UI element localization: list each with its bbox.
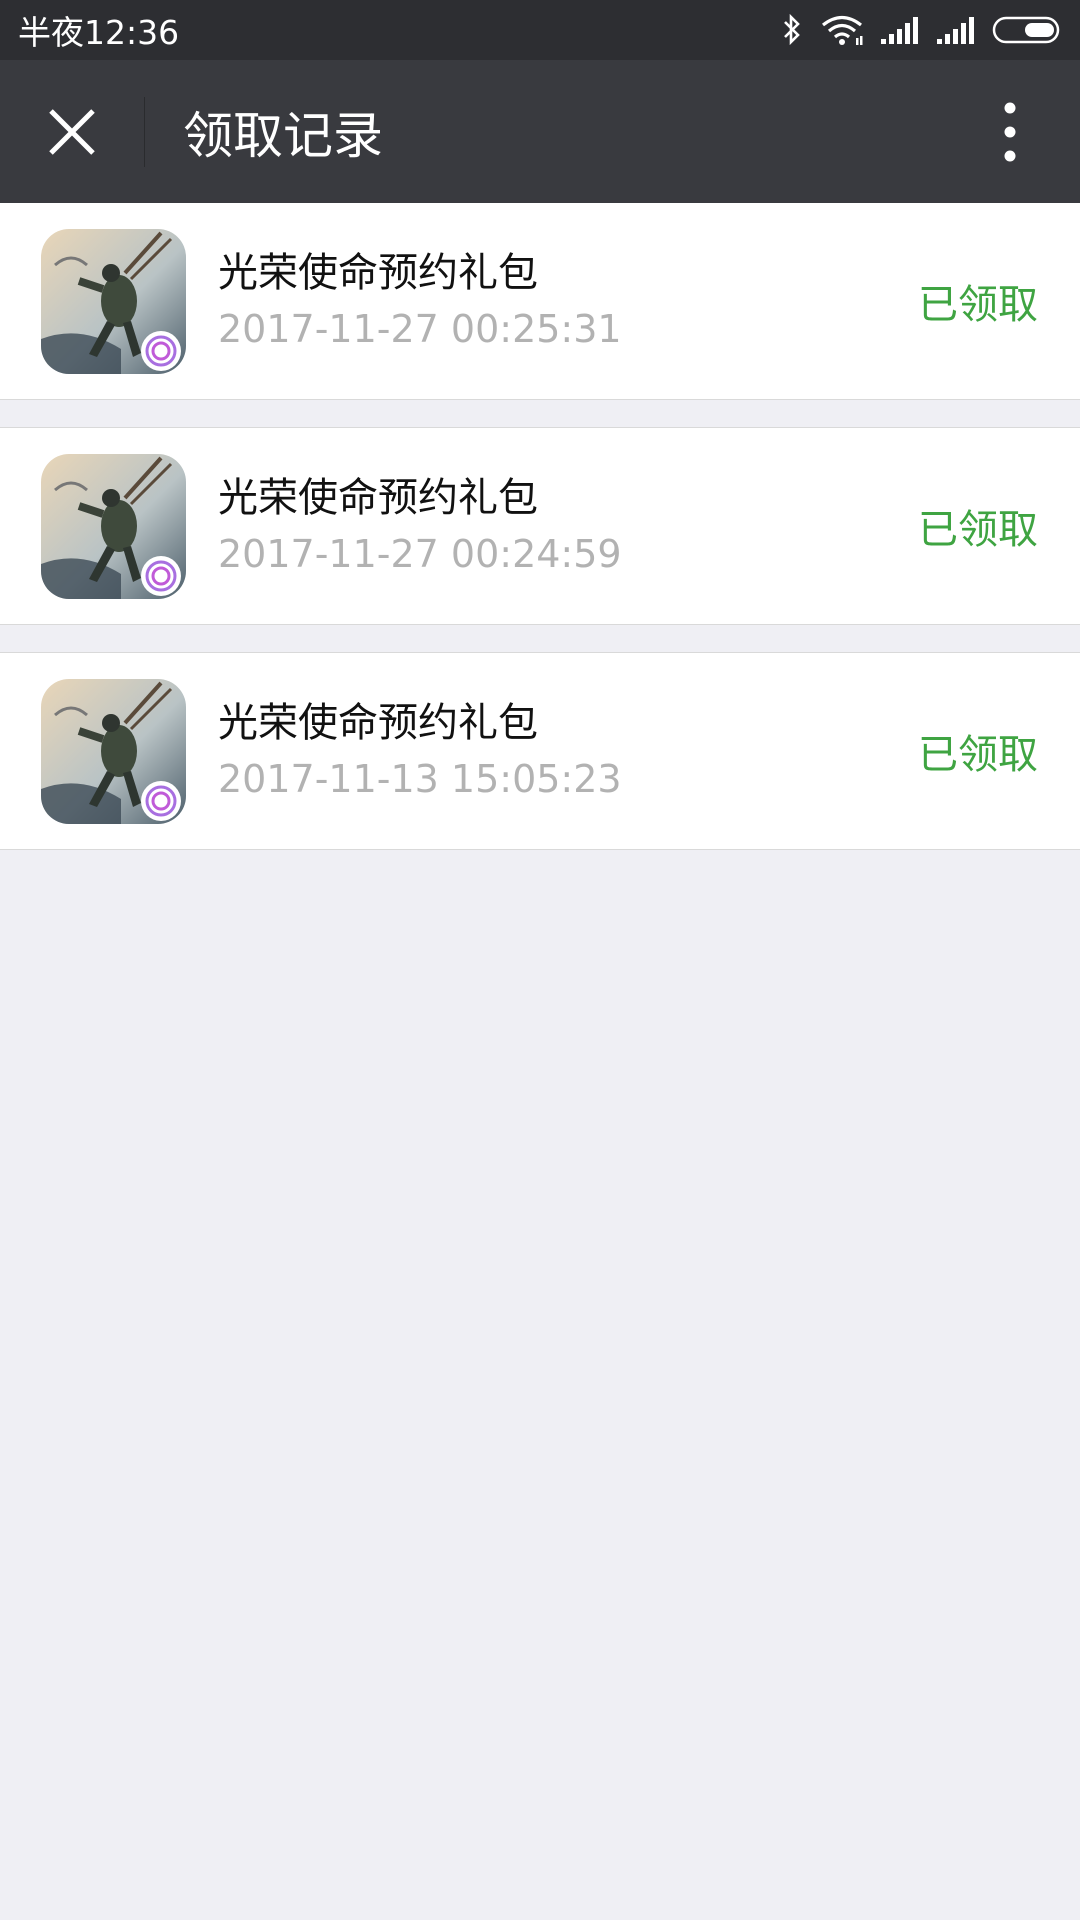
page-title: 领取记录: [183, 106, 383, 165]
nav-divider: [144, 96, 145, 167]
close-button[interactable]: [0, 60, 144, 203]
record-item[interactable]: 光荣使命预约礼包 2017-11-13 15:05:23 已领取: [0, 652, 1080, 850]
record-list: 光荣使命预约礼包 2017-11-27 00:25:31 已领取 光荣使命预约礼…: [0, 203, 1080, 850]
claimed-status: 已领取: [918, 732, 1038, 778]
record-text: 光荣使命预约礼包 2017-11-27 00:25:31: [218, 247, 622, 355]
status-icons: [780, 13, 1064, 47]
record-text: 光荣使命预约礼包 2017-11-13 15:05:23: [218, 697, 622, 805]
wifi-icon: [822, 15, 863, 45]
status-time: 半夜12:36: [18, 13, 180, 52]
close-icon: [49, 108, 95, 155]
record-title: 光荣使命预约礼包: [218, 250, 538, 296]
record-time: 2017-11-27 00:24:59: [218, 532, 622, 576]
record-time: 2017-11-27 00:25:31: [218, 307, 622, 351]
record-item[interactable]: 光荣使命预约礼包 2017-11-27 00:24:59 已领取: [0, 427, 1080, 625]
bluetooth-icon: [784, 13, 800, 46]
record-time: 2017-11-13 15:05:23: [218, 757, 622, 801]
signal-icon: [937, 17, 974, 44]
game-icon: [41, 453, 186, 599]
record-title: 光荣使命预约礼包: [218, 475, 538, 521]
nav-bar: 领取记录: [0, 60, 1080, 203]
more-vertical-icon: [1004, 102, 1016, 161]
signal-icon: [881, 17, 918, 44]
more-button[interactable]: [960, 60, 1060, 203]
claimed-status: 已领取: [918, 507, 1038, 553]
record-title: 光荣使命预约礼包: [218, 700, 538, 746]
game-icon: [41, 228, 186, 374]
record-item[interactable]: 光荣使命预约礼包 2017-11-27 00:25:31 已领取: [0, 203, 1080, 400]
record-text: 光荣使命预约礼包 2017-11-27 00:24:59: [218, 472, 622, 580]
game-icon: [41, 678, 186, 824]
status-bar: 半夜12:36: [0, 0, 1080, 60]
battery-icon: [992, 16, 1060, 44]
claimed-status: 已领取: [918, 282, 1038, 328]
